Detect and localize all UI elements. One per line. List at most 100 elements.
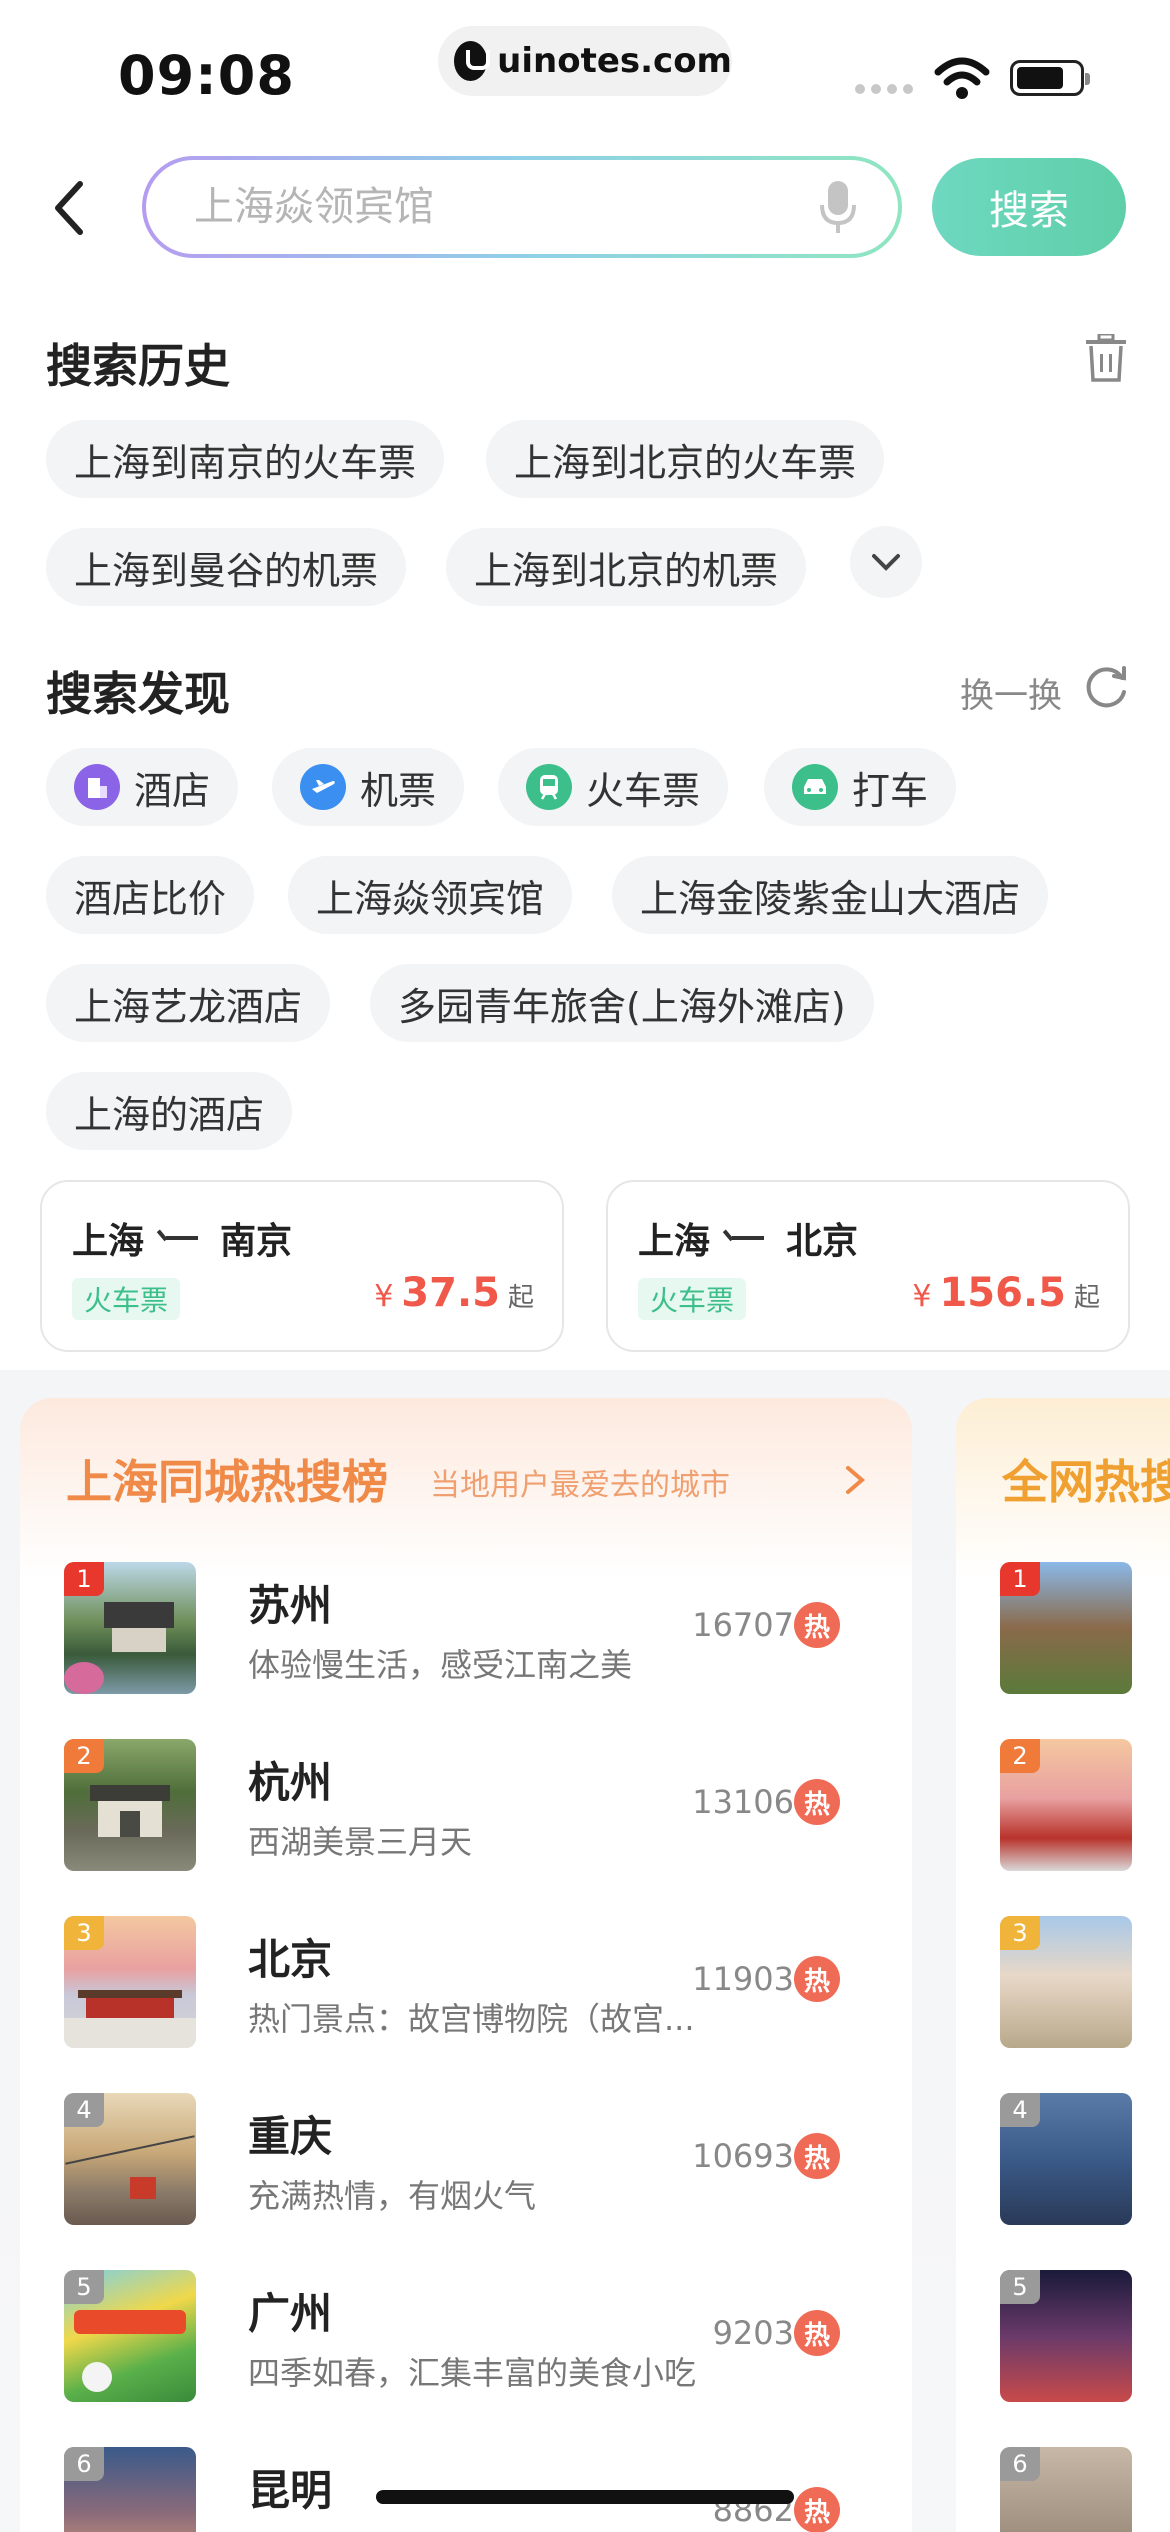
rank-badge: 6 — [1000, 2447, 1040, 2481]
price-value: 156.5 — [939, 1270, 1066, 1316]
chevron-down-icon — [872, 554, 900, 571]
destination-name: 苏州 — [248, 1581, 333, 1630]
chevron-right-icon[interactable] — [842, 1462, 868, 1498]
hot-list-item[interactable]: 5 广州 四季如春，汇集丰富的美食小吃 9203 热 — [64, 2270, 884, 2404]
discover-title: 搜索发现 — [46, 667, 230, 721]
destination-thumbnail[interactable]: 6 — [1000, 2447, 1132, 2532]
discover-chip[interactable]: 多园青年旅舍(上海外滩店) — [370, 964, 874, 1042]
microphone-icon[interactable] — [818, 179, 858, 235]
hot-list-item[interactable]: 2 杭州 西湖美景三月天 13106 热 — [64, 1739, 884, 1873]
expand-history-button[interactable] — [850, 526, 922, 598]
refresh-label[interactable]: 换一换 — [960, 668, 1062, 717]
route-from: 上海 — [638, 1221, 711, 1262]
battery-icon — [1010, 60, 1090, 96]
category-label: 火车票 — [586, 768, 701, 813]
destination-thumbnail: 3 — [64, 1916, 196, 2048]
route-to: 北京 — [786, 1221, 859, 1262]
search-count: 11903 — [692, 1960, 794, 1998]
search-button[interactable]: 搜索 — [932, 158, 1126, 256]
trash-icon[interactable] — [1084, 334, 1128, 382]
search-count: 16707 — [692, 1606, 794, 1644]
category-chip-hotel[interactable]: 酒店 — [46, 748, 239, 826]
rank-badge: 5 — [1000, 2270, 1040, 2304]
destination-name: 昆明 — [248, 2466, 333, 2515]
arrow-right-icon — [166, 1236, 199, 1240]
route-card[interactable]: 上海 南京 火车票 ¥ 37.5 起 — [40, 1180, 564, 1352]
destination-thumbnail: 1 — [64, 1562, 196, 1694]
national-hot-board: 全网热搜 1 2 3 4 5 6 — [956, 1398, 1170, 2532]
rank-badge: 1 — [64, 1562, 104, 1596]
destination-thumbnail[interactable]: 4 — [1000, 2093, 1132, 2225]
destination-name: 杭州 — [248, 1758, 333, 1807]
discover-chip[interactable]: 上海金陵紫金山大酒店 — [612, 856, 1049, 934]
search-input[interactable] — [194, 184, 818, 230]
category-chip-taxi[interactable]: 打车 — [764, 748, 957, 826]
category-chip-train[interactable]: 火车票 — [498, 748, 729, 826]
hot-badge: 热 — [794, 2487, 840, 2532]
home-indicator[interactable] — [376, 2490, 794, 2504]
arrow-right-icon — [732, 1236, 765, 1240]
hotel-icon — [74, 764, 120, 810]
discover-chip[interactable]: 上海的酒店 — [46, 1072, 293, 1150]
rank-badge: 5 — [64, 2270, 104, 2304]
history-chip[interactable]: 上海到曼谷的机票 — [46, 528, 407, 606]
rank-badge: 6 — [64, 2447, 104, 2481]
destination-thumbnail[interactable]: 3 — [1000, 1916, 1132, 2048]
price-suffix: 起 — [1073, 1283, 1100, 1313]
price-value: 37.5 — [401, 1270, 500, 1316]
destination-name: 重庆 — [248, 2112, 333, 2161]
url-pill[interactable]: uinotes.com — [438, 26, 732, 96]
category-label: 酒店 — [134, 768, 211, 813]
hot-badge: 热 — [794, 1779, 840, 1825]
discover-chip[interactable]: 上海艺龙酒店 — [46, 964, 331, 1042]
hot-badge: 热 — [794, 1956, 840, 2002]
destination-thumbnail: 2 — [64, 1739, 196, 1871]
rank-badge: 4 — [64, 2093, 104, 2127]
rank-badge: 3 — [64, 1916, 104, 1950]
train-icon — [526, 764, 572, 810]
search-box — [142, 156, 902, 258]
plane-icon — [300, 764, 346, 810]
category-chip-flight[interactable]: 机票 — [272, 748, 465, 826]
destination-thumbnail[interactable]: 5 — [1000, 2270, 1132, 2402]
route-card[interactable]: 上海 北京 火车票 ¥ 156.5 起 — [606, 1180, 1130, 1352]
car-icon — [792, 764, 838, 810]
rank-badge: 2 — [64, 1739, 104, 1773]
history-chip[interactable]: 上海到北京的机票 — [446, 528, 807, 606]
history-chip[interactable]: 上海到北京的火车票 — [486, 420, 885, 498]
category-label: 打车 — [852, 768, 929, 813]
board-subtitle: 当地用户最爱去的城市 — [430, 1468, 730, 1503]
board-title: 全网热搜 — [1002, 1455, 1170, 1509]
route-price: ¥ 156.5 起 — [912, 1270, 1100, 1316]
category-label: 机票 — [360, 768, 437, 813]
local-hot-board: 上海同城热搜榜 当地用户最爱去的城市 1 苏州 体验慢生活，感受江南之美 167… — [20, 1398, 912, 2532]
hot-list-item[interactable]: 4 重庆 充满热情，有烟火气 10693 热 — [64, 2093, 884, 2227]
route-from: 上海 — [72, 1221, 145, 1262]
discover-chip[interactable]: 上海焱领宾馆 — [288, 856, 573, 934]
search-count: 10693 — [692, 2137, 794, 2175]
destination-desc: 充满热情，有烟火气 — [248, 2177, 537, 2215]
board-title: 上海同城热搜榜 — [66, 1455, 388, 1509]
rank-badge: 2 — [1000, 1739, 1040, 1773]
destination-desc: 四季如春，汇集丰富的美食小吃 — [248, 2354, 697, 2392]
wifi-icon — [934, 57, 990, 99]
destination-thumbnail[interactable]: 1 — [1000, 1562, 1132, 1694]
route-tag: 火车票 — [72, 1278, 181, 1320]
route-tag: 火车票 — [638, 1278, 747, 1320]
hot-list-item[interactable]: 1 苏州 体验慢生活，感受江南之美 16707 热 — [64, 1562, 884, 1696]
discover-chip[interactable]: 酒店比价 — [46, 856, 255, 934]
refresh-icon[interactable] — [1084, 664, 1130, 710]
destination-thumbnail[interactable]: 2 — [1000, 1739, 1132, 1871]
rank-badge: 3 — [1000, 1916, 1040, 1950]
history-title: 搜索历史 — [46, 339, 230, 393]
destination-name: 广州 — [248, 2289, 333, 2338]
rank-badge: 1 — [1000, 1562, 1040, 1596]
history-chip[interactable]: 上海到南京的火车票 — [46, 420, 445, 498]
hot-badge: 热 — [794, 2310, 840, 2356]
hot-list-item[interactable]: 3 北京 热门景点：故宫博物院（故宫... 11903 热 — [64, 1916, 884, 2050]
route-to: 南京 — [220, 1221, 293, 1262]
back-arrow-icon[interactable] — [46, 176, 94, 240]
search-count: 9203 — [712, 2314, 794, 2352]
rank-badge: 4 — [1000, 2093, 1040, 2127]
hot-badge: 热 — [794, 2133, 840, 2179]
